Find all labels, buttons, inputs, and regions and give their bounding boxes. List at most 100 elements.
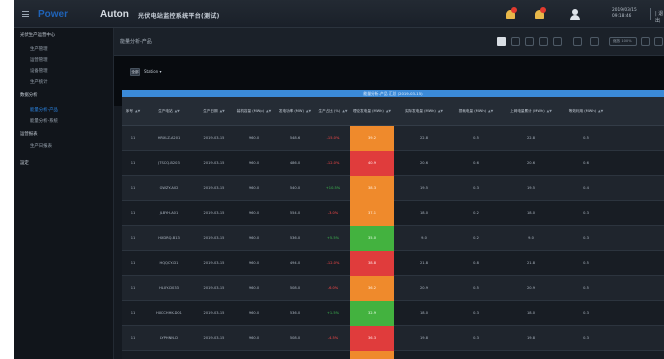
- column-header[interactable]: 损耗电量 (MWh) ▲▼: [454, 97, 498, 126]
- table-cell-grid: 22.8: [526, 136, 535, 141]
- table-row[interactable]: 11 HQQCY-D1 2019-03-15 960.0 494.0 -12.0% 38.8…: [122, 251, 664, 276]
- column-header[interactable]: 实际发电量 (MWh) ▲▼: [394, 97, 454, 126]
- table-cell-loss: 0.3: [473, 186, 479, 191]
- table-row[interactable]: 11 HXCCHHK-D01 2019-03-15 960.0 536.0 +1.5% 32…: [122, 301, 664, 326]
- table-cell-power: 548.6: [289, 136, 301, 141]
- column-header[interactable]: 等效利用 (MWh) ▲▼: [564, 97, 608, 126]
- table-cell-loss: 0.2: [473, 211, 479, 216]
- table-cell-date: 2019-03-15: [203, 311, 225, 316]
- column-header[interactable]: 装机容量 (MWp) ▲▼: [234, 97, 274, 126]
- table-cell-power: 536.0: [289, 311, 301, 316]
- table-cell-equiv: 0.5: [583, 286, 589, 291]
- column-header[interactable]: 理论发电量 (MWh) ▲▼: [350, 97, 394, 126]
- page-header: 能量分析-产品 缩放 100%: [114, 28, 664, 56]
- table-cell-capacity: 960.0: [248, 211, 260, 216]
- table-row[interactable]: 11 HXDRQ-B13 2019-03-15 960.0 536.0 +5.5% 35.0…: [122, 226, 664, 251]
- sort-icon[interactable]: ▲▼: [342, 109, 347, 113]
- user-icon[interactable]: [570, 9, 580, 20]
- sort-icon[interactable]: ▲▼: [547, 109, 552, 113]
- fullscreen-icon[interactable]: [573, 37, 582, 46]
- sidebar-item[interactable]: 数据分析: [14, 90, 114, 101]
- table-cell-station: HRXLZ-A201: [157, 136, 181, 141]
- logout-link[interactable]: | 退出: [655, 10, 664, 24]
- undo-icon[interactable]: [511, 37, 520, 46]
- table-cell-date: 2019-03-15: [203, 211, 225, 216]
- column-header[interactable]: 生产日期 ▲▼: [194, 97, 234, 126]
- column-header-label: 装机容量 (MWp): [236, 109, 265, 114]
- table-cell-status: 38.3: [350, 176, 394, 201]
- station-filter-dropdown[interactable]: Station ▾: [144, 69, 162, 74]
- sidebar-item[interactable]: 能量分析-产品: [14, 105, 114, 116]
- table-cell-station: HXDRQ-B13: [158, 236, 180, 241]
- table-cell-no: 11: [130, 286, 136, 291]
- table-cell-grid: 19.8: [526, 336, 535, 341]
- table-cell-no: 11: [130, 261, 136, 266]
- table-cell-equiv: 0.5: [583, 261, 589, 266]
- table-cell-actual: 19.8: [419, 336, 428, 341]
- sort-icon[interactable]: ▲▼: [135, 109, 140, 113]
- table-cell-capacity: 960.0: [248, 186, 260, 191]
- app-title: 光伏电站监控系统平台(测试): [138, 13, 220, 20]
- sidebar-item[interactable]: 能量分析-系统: [14, 116, 114, 127]
- hamburger-menu-icon[interactable]: [22, 11, 29, 17]
- more-icon[interactable]: [654, 37, 663, 46]
- table-cell-station: JLBYH-A01: [159, 211, 179, 216]
- table-cell-loss: 0.3: [473, 336, 479, 341]
- table-cell-no: 11: [130, 336, 136, 341]
- sidebar: 光伏生产运营中心 生产管理 运营管理 设备管理 生产统计数据分析能量分析-产品 能量分析-…: [14, 28, 114, 359]
- alarm-bell-icon[interactable]: [505, 7, 517, 20]
- table-cell-date: 2019-03-15: [203, 261, 225, 266]
- refresh-icon[interactable]: [539, 37, 548, 46]
- table-cell-power: 508.0: [289, 336, 301, 341]
- column-header[interactable]: 上网电量累计 (MWh) ▲▼: [498, 97, 564, 126]
- sidebar-item[interactable]: 设备管理: [14, 66, 114, 77]
- sidebar-item[interactable]: 生产管理: [14, 44, 114, 55]
- warning-bell-icon[interactable]: [534, 7, 546, 20]
- sort-icon[interactable]: ▲▼: [438, 109, 443, 113]
- column-header[interactable]: 序号 ▲▼: [122, 97, 144, 126]
- table-cell-ratio: -12.0%: [326, 161, 340, 166]
- sort-icon[interactable]: ▲▼: [306, 109, 311, 113]
- sort-icon[interactable]: ▲▼: [488, 109, 493, 113]
- column-header[interactable]: 生产占比 (%) ▲▼: [316, 97, 350, 126]
- table-cell-grid: 18.0: [526, 311, 535, 316]
- table-cell-grid: 21.8: [526, 261, 535, 266]
- table-cell-date: 2019-03-15: [203, 136, 225, 141]
- table-cell-actual: 20.6: [419, 161, 428, 166]
- sidebar-item[interactable]: 生产日报表: [14, 141, 114, 152]
- table-row[interactable]: 11 JTSCQ-B203 2019-03-15 960.0 486.0 -12.0% 40…: [122, 151, 664, 176]
- sidebar-item[interactable]: 設定: [14, 158, 114, 169]
- table-cell-station: HQQCY-D1: [159, 261, 179, 266]
- zoom-icon[interactable]: [590, 37, 599, 46]
- filter-icon[interactable]: [525, 37, 534, 46]
- share-icon[interactable]: [497, 37, 506, 46]
- column-header[interactable]: 发电功率 (MW) ▲▼: [274, 97, 316, 126]
- table-cell-capacity: 960.0: [248, 236, 260, 241]
- sort-icon[interactable]: ▲▼: [386, 109, 391, 113]
- table-cell-actual: 20.9: [419, 286, 428, 291]
- table-row[interactable]: 11 HRXLZ-A201 2019-03-15 960.0 548.6 -15.0% 39…: [122, 126, 664, 151]
- table-cell-equiv: 0.3: [583, 311, 589, 316]
- export-icon[interactable]: [641, 37, 650, 46]
- sidebar-item[interactable]: 运营报表: [14, 129, 114, 140]
- sidebar-item[interactable]: 光伏生产运营中心: [14, 30, 114, 41]
- table-row[interactable]: 11 LYPHNN-D 2019-03-15 960.0 508.0 -4.5% 36.3 1…: [122, 326, 664, 351]
- sort-icon[interactable]: ▲▼: [220, 109, 225, 113]
- table-cell-power: 536.0: [289, 236, 301, 241]
- sort-icon[interactable]: ▲▼: [175, 109, 180, 113]
- table-cell-ratio: +10.5%: [325, 186, 341, 191]
- filter-chip-all[interactable]: 全部: [130, 68, 140, 76]
- table-cell-status: 38.8: [350, 251, 394, 276]
- column-header[interactable]: 生产电站 ▲▼: [144, 97, 194, 126]
- sort-icon[interactable]: ▲▼: [598, 109, 603, 113]
- table-row[interactable]: 11 JLBYH-A01 2019-03-15 960.0 554.0 -3.0% 37.1…: [122, 201, 664, 226]
- zoom-select[interactable]: 缩放 100%: [609, 37, 637, 46]
- table-cell-actual: 21.8: [419, 261, 428, 266]
- pause-icon[interactable]: [553, 37, 562, 46]
- sidebar-item[interactable]: 运营管理: [14, 55, 114, 66]
- sidebar-item[interactable]: 生产统计: [14, 77, 114, 88]
- sort-icon[interactable]: ▲▼: [266, 109, 271, 113]
- table-row[interactable]: 11 GWZY-A02 2019-03-15 960.0 540.0 +10.5% 38.3…: [122, 176, 664, 201]
- table-row[interactable]: 11HGHNLZ-D2019-03-15960.0540.0+2.0%34.41…: [122, 351, 664, 359]
- table-row[interactable]: 11 HLXY-D033 2019-03-15 960.0 508.0 -6.0% 36.2…: [122, 276, 664, 301]
